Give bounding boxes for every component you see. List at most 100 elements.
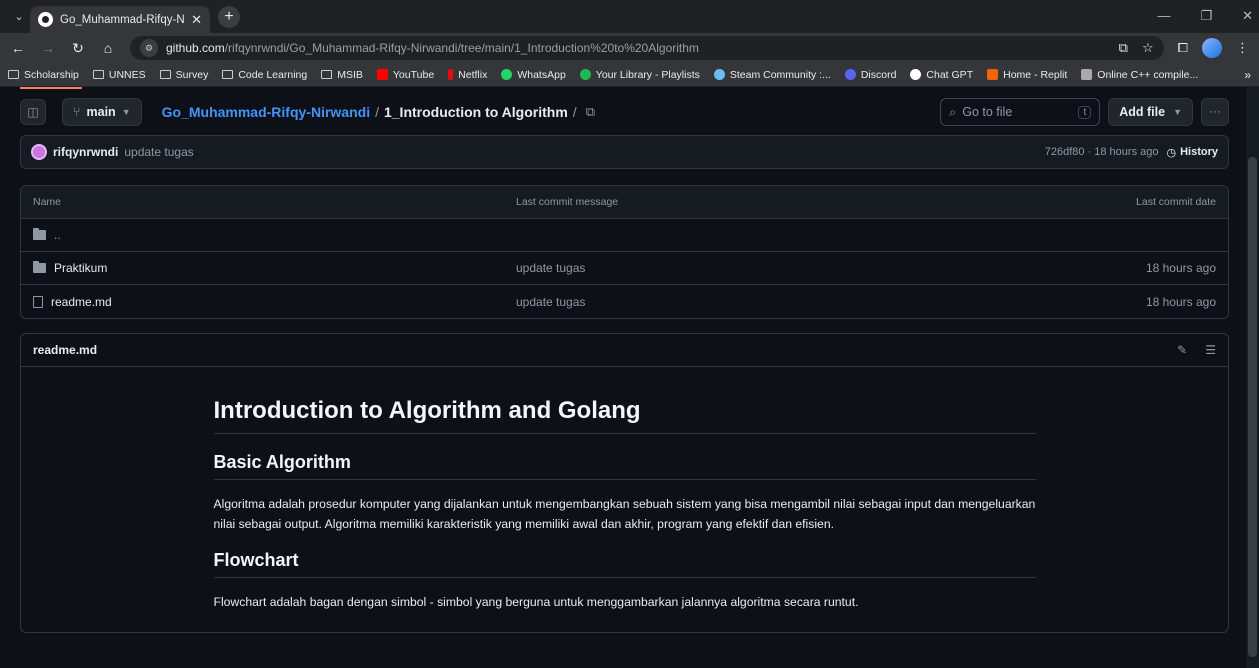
readme-title: Introduction to Algorithm and Golang (213, 397, 1036, 434)
bookmark-whatsapp[interactable]: WhatsApp (501, 69, 566, 81)
branch-name: main (86, 105, 116, 119)
bookmark-online-cpp[interactable]: Online C++ compile... (1081, 69, 1198, 81)
header-last-commit-date: Last commit date (1136, 196, 1216, 208)
github-favicon-icon (38, 12, 53, 27)
breadcrumb: Go_Muhammad-Rifqy-Nirwandi / 1_Introduct… (162, 104, 595, 120)
search-icon: ⌕ (949, 104, 957, 119)
address-bar[interactable]: ⚙ github.com/rifqynrwndi/Go_Muhammad-Rif… (130, 36, 1164, 60)
folder-icon (222, 70, 234, 79)
edit-pencil-icon[interactable]: ✎ (1177, 343, 1187, 357)
compiler-icon (1081, 69, 1093, 80)
window-close-icon[interactable]: ✕ (1242, 8, 1253, 24)
url-text: github.com/rifqynrwndi/Go_Muhammad-Rifqy… (166, 41, 1111, 55)
outline-list-icon[interactable]: ☰ (1205, 343, 1216, 357)
folder-icon (92, 70, 104, 79)
extensions-puzzle-icon[interactable]: ⧠ (1178, 40, 1188, 56)
browser-tab[interactable]: Go_Muhammad-Rifqy-Nirwand ✕ (30, 6, 210, 33)
git-branch-icon: ⑂ (73, 105, 81, 119)
header-actions: ⌕ Go to file t Add file ▼ ··· (940, 98, 1239, 126)
caret-down-icon: ▼ (121, 107, 131, 117)
bookmark-steam[interactable]: Steam Community :... (713, 69, 831, 81)
table-row[interactable]: Praktikum update tugas 18 hours ago (21, 252, 1228, 285)
bookmark-discord[interactable]: Discord (844, 69, 896, 81)
bookmark-spotify[interactable]: Your Library - Playlists (579, 69, 700, 81)
go-to-file-placeholder: Go to file (962, 105, 1013, 119)
avatar[interactable] (31, 144, 47, 160)
install-app-icon[interactable]: ⧉ (1119, 40, 1128, 56)
copy-path-icon[interactable]: ⧉ (586, 104, 595, 120)
caret-down-icon: ▼ (1173, 107, 1182, 117)
url-path: /rifqynrwndi/Go_Muhammad-Rifqy-Nirwandi/… (224, 41, 699, 55)
bookmark-msib[interactable]: MSIB (321, 69, 363, 81)
bookmarks-bar: Scholarship UNNES Survey Code Learning M… (0, 63, 1259, 87)
bookmark-survey[interactable]: Survey (159, 69, 208, 81)
menu-kebab-icon[interactable]: ⋮ (1236, 40, 1249, 56)
bookmark-chatgpt[interactable]: Chat GPT (910, 69, 973, 81)
bookmark-code-learning[interactable]: Code Learning (222, 69, 307, 81)
breadcrumb-separator: / (572, 104, 577, 120)
steam-icon (713, 69, 725, 80)
url-host: github.com (166, 41, 225, 55)
side-panel-toggle-icon[interactable]: ◫ (20, 99, 46, 125)
whatsapp-icon (501, 69, 513, 80)
discord-icon (844, 69, 856, 80)
youtube-icon (376, 69, 388, 80)
scroll-thumb[interactable] (1248, 157, 1257, 657)
file-commit-date: 18 hours ago (1145, 294, 1216, 309)
browser-toolbar: ← → ↻ ⌂ ⚙ github.com/rifqynrwndi/Go_Muha… (0, 33, 1259, 63)
file-commit-message[interactable]: update tugas (516, 295, 1016, 309)
header-name: Name (33, 196, 62, 208)
history-button[interactable]: ◷ History (1166, 146, 1218, 159)
readme-content: Introduction to Algorithm and Golang Bas… (213, 367, 1036, 612)
minimize-icon[interactable]: — (1157, 8, 1170, 24)
file-commit-date: 18 hours ago (1145, 261, 1216, 275)
forward-arrow-icon[interactable]: → (40, 40, 56, 56)
readme-tools: ✎ ☰ (1177, 343, 1216, 357)
folder-icon (33, 261, 46, 273)
header-last-commit-message: Last commit message (516, 196, 619, 208)
page-progress-bar (20, 87, 82, 89)
bookmarks-overflow-icon[interactable]: » (1244, 68, 1251, 82)
page-scrollbar[interactable] (1246, 87, 1259, 668)
restore-icon[interactable]: ❐ (1200, 8, 1212, 24)
bookmark-star-icon[interactable]: ☆ (1142, 40, 1154, 56)
new-tab-plus-icon[interactable]: + (218, 5, 240, 28)
table-row[interactable]: readme.md update tugas 18 hours ago (21, 285, 1228, 318)
bookmark-unnes[interactable]: UNNES (92, 69, 146, 81)
breadcrumb-repo-link[interactable]: Go_Muhammad-Rifqy-Nirwandi (162, 104, 370, 120)
add-file-label: Add file (1119, 105, 1166, 119)
file-name[interactable]: Praktikum (54, 261, 107, 275)
bookmark-scholarship[interactable]: Scholarship (8, 69, 79, 81)
more-options-icon[interactable]: ··· (1201, 98, 1229, 126)
readme-paragraph-flowchart: Flowchart adalah bagan dengan simbol - s… (213, 595, 859, 609)
latest-commit-bar: rifqynrwndi update tugas 726df80 · 18 ho… (20, 135, 1229, 169)
file-name[interactable]: readme.md (51, 295, 112, 309)
go-to-file-input[interactable]: ⌕ Go to file t (940, 98, 1101, 126)
tab-close-icon[interactable]: ✕ (191, 12, 202, 28)
back-arrow-icon[interactable]: ← (10, 40, 26, 56)
reload-icon[interactable]: ↻ (70, 40, 86, 57)
browser-tab-bar: ⌄ Go_Muhammad-Rifqy-Nirwand ✕ + — ❐ ✕ (0, 0, 1259, 33)
readme-heading-flowchart: Flowchart (213, 550, 1036, 578)
breadcrumb-current-folder: 1_Introduction to Algorithm (383, 104, 568, 120)
file-commit-message[interactable]: update tugas (516, 261, 1016, 275)
history-clock-icon: ◷ (1166, 146, 1177, 159)
home-icon[interactable]: ⌂ (100, 40, 116, 56)
bookmark-youtube[interactable]: YouTube (376, 69, 434, 81)
branch-selector[interactable]: ⑂ main ▼ (62, 98, 142, 126)
tab-search-chevron-icon[interactable]: ⌄ (8, 10, 30, 23)
add-file-button[interactable]: Add file ▼ (1108, 98, 1193, 126)
commit-meta[interactable]: 726df80 · 18 hours ago (1045, 146, 1159, 158)
commit-author[interactable]: rifqynrwndi (53, 145, 118, 159)
readme-filename[interactable]: readme.md (33, 343, 97, 357)
folder-icon (321, 70, 333, 79)
profile-avatar[interactable] (1202, 38, 1222, 58)
github-page: ◫ ⑂ main ▼ Go_Muhammad-Rifqy-Nirwandi / … (0, 87, 1259, 668)
table-row-parent-directory[interactable]: .. (21, 219, 1228, 252)
readme-paragraph-algorithm: Algoritma adalah prosedur komputer yang … (213, 497, 1036, 531)
site-info-icon[interactable]: ⚙ (140, 39, 158, 57)
commit-message[interactable]: update tugas (124, 145, 193, 159)
bookmark-netflix[interactable]: Netflix (448, 69, 487, 81)
shortcut-key: t (1078, 105, 1092, 119)
bookmark-replit[interactable]: Home - Replit (987, 69, 1067, 81)
